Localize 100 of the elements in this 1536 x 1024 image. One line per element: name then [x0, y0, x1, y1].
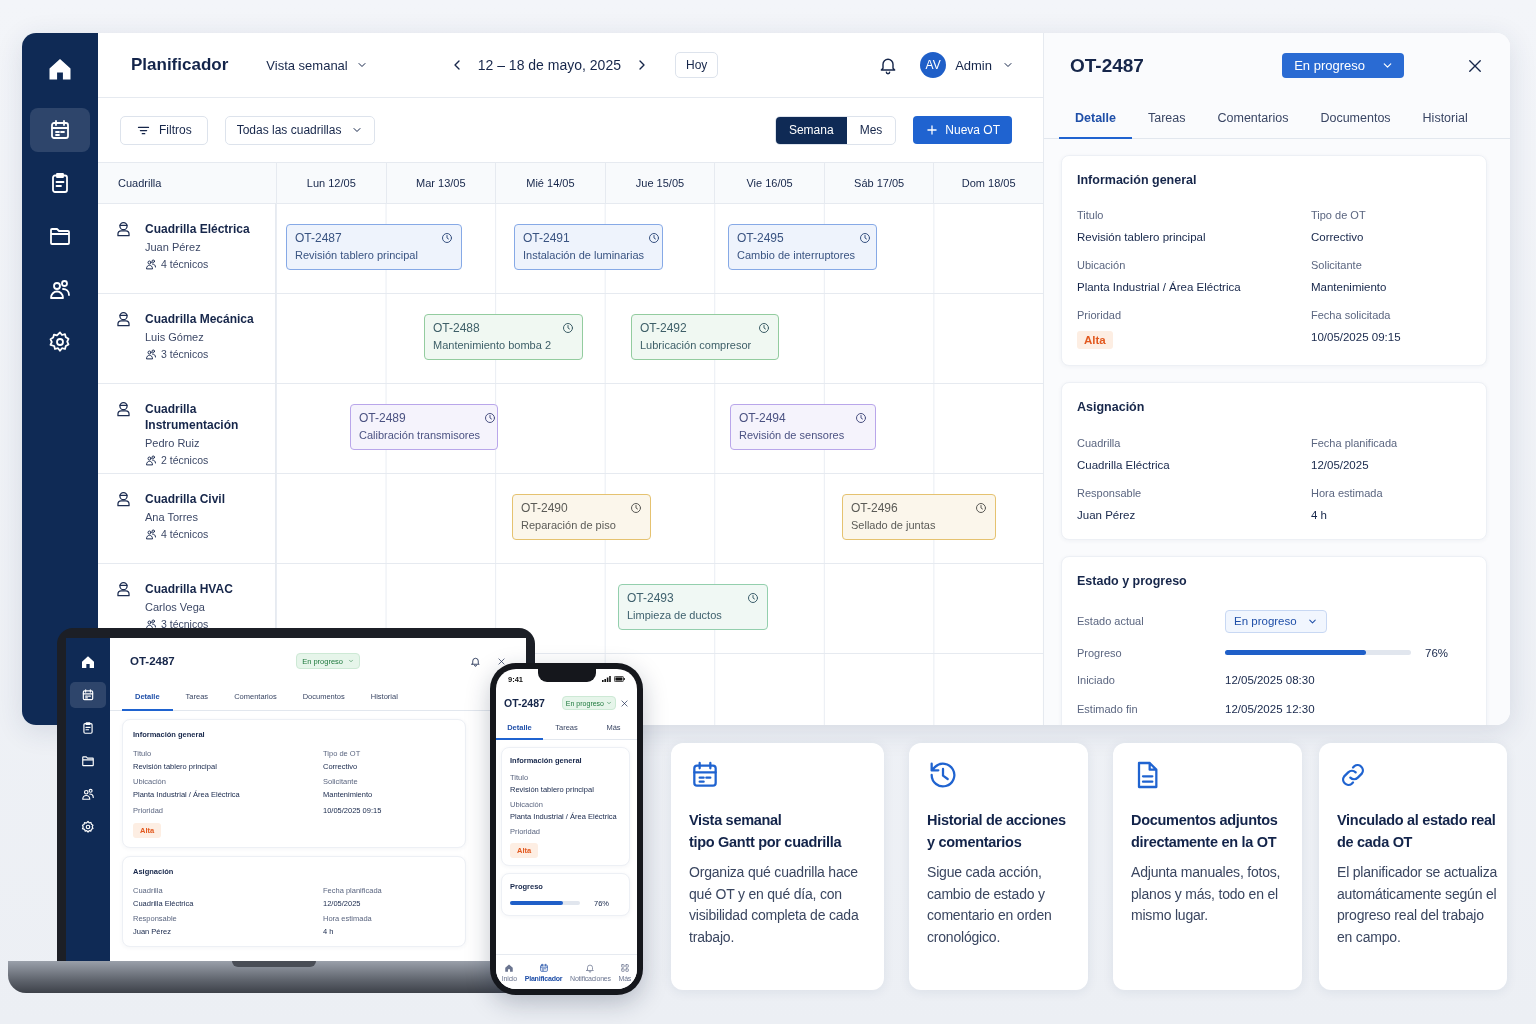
clock-icon	[855, 412, 867, 424]
crew-name: Cuadrilla HVAC	[145, 581, 233, 597]
column-header: Vie 16/05	[714, 163, 824, 203]
view-dropdown[interactable]: Vista semanal	[266, 57, 368, 73]
crew-name: Cuadrilla Civil	[145, 491, 226, 507]
person-icon	[114, 579, 133, 598]
crew-size: 4 técnicos	[161, 528, 209, 541]
people-icon	[145, 453, 157, 466]
crew-size: 3 técnicos	[161, 348, 209, 361]
person-icon	[114, 489, 133, 508]
task-code: OT-2489	[359, 411, 407, 426]
tab[interactable]: Documentos	[1304, 98, 1407, 139]
phone-notch	[537, 669, 596, 682]
crew-filter-dropdown[interactable]: Todas las cuadrillas	[224, 115, 376, 145]
house-icon	[80, 654, 96, 670]
tab[interactable]: Comentarios	[1201, 98, 1305, 139]
field-label: Cuadrilla	[1077, 436, 1122, 449]
close-icon	[620, 698, 629, 708]
crew-name: Cuadrilla Eléctrica	[145, 221, 250, 237]
crew-lead: Juan Pérez	[145, 240, 202, 254]
task-bar[interactable]: OT-2495 Cambio de interruptores	[728, 224, 877, 270]
tab[interactable]: Detalle	[1059, 98, 1132, 139]
feature-description: Sigue cada acción, cambio de estado y comentario en orden cronológico.	[927, 863, 1053, 947]
progress-value: 76%	[1425, 646, 1449, 659]
clock-icon	[484, 412, 497, 424]
column-header: Mié 14/05	[495, 163, 605, 203]
tab[interactable]: Historial	[1406, 98, 1484, 139]
user-menu[interactable]: Admin	[955, 57, 1014, 73]
task-bar[interactable]: OT-2496 Sellado de juntas	[842, 494, 996, 540]
people-icon	[145, 257, 157, 270]
task-title: Lubricación compresor	[640, 338, 752, 353]
crew-size: 4 técnicos	[161, 258, 209, 271]
task-bar[interactable]: OT-2492 Lubricación compresor	[631, 314, 779, 360]
crew-lead: Carlos Vega	[145, 600, 206, 614]
field-label: Tipo de OT	[1311, 209, 1367, 222]
task-title: Mantenimiento bomba 2	[433, 338, 551, 353]
task-bar[interactable]: OT-2493 Limpieza de ductos	[618, 584, 768, 630]
task-code: OT-2492	[640, 321, 688, 336]
clock-icon	[859, 232, 871, 244]
clock-icon	[758, 322, 770, 334]
sidebar-item[interactable]	[30, 108, 90, 152]
task-title: Calibración transmisores	[359, 428, 481, 443]
field-value: Mantenimiento	[1311, 280, 1388, 296]
field-label: Fecha solicitada	[1311, 309, 1392, 322]
task-bar[interactable]: OT-2490 Reparación de piso	[512, 494, 651, 540]
signal-icon	[602, 676, 611, 682]
settings-icon	[81, 820, 95, 834]
field-label: Solicitante	[1311, 259, 1363, 272]
filters-button[interactable]: Filtros	[120, 115, 208, 145]
field-value: 10/05/2025 09:15	[1311, 330, 1402, 346]
new-order-button[interactable]: Nueva OT	[913, 116, 1012, 144]
task-code: OT-2488	[433, 321, 481, 336]
field-label: Hora estimada	[1311, 486, 1384, 499]
field-label: Fecha planificada	[1311, 436, 1399, 449]
sidebar-item[interactable]	[70, 682, 106, 708]
field-value: Correctivo	[1311, 230, 1365, 246]
view-toggle-button[interactable]: Mes	[846, 116, 896, 144]
ot-title: OT-2487	[1070, 54, 1144, 77]
column-header: Jue 15/05	[604, 163, 715, 203]
settings-icon	[48, 330, 72, 354]
crew-size: 3 técnicos	[161, 618, 209, 631]
task-title: Instalación de luminarias	[523, 248, 645, 263]
task-title: Reparación de piso	[521, 518, 616, 533]
task-code: OT-2487	[295, 231, 343, 246]
person-icon	[114, 309, 133, 328]
status-dropdown[interactable]: En progreso	[1225, 609, 1327, 633]
house-icon	[504, 962, 515, 973]
date-range: 12 – 18 de mayo, 2025	[477, 57, 621, 73]
task-bar[interactable]: OT-2488 Mantenimiento bomba 2	[424, 314, 583, 360]
feature-description: Organiza qué cuadrilla hace qué OT y en qué día, con visibilidad completa de cada trabajo.	[689, 863, 860, 947]
task-bar[interactable]: OT-2487 Revisión tablero principal	[286, 224, 462, 270]
field-value: 12/05/2025 12:30	[1225, 701, 1316, 717]
today-button[interactable]: Hoy	[674, 52, 719, 78]
view-toggle-button[interactable]: Semana	[775, 116, 847, 144]
field-label: Estado actual	[1077, 615, 1145, 628]
calendar-icon	[48, 118, 72, 142]
task-bar[interactable]: OT-2491 Instalación de luminarias	[514, 224, 663, 270]
field-label: Prioridad	[1077, 309, 1123, 322]
clock-icon	[562, 322, 574, 334]
field-label: Estimado fin	[1077, 703, 1139, 716]
task-title: Cambio de interruptores	[737, 248, 855, 263]
feature-title: Historial de acciones y comentarios	[927, 811, 1067, 852]
crew-lead: Luis Gómez	[145, 330, 205, 344]
field-value: 12/05/2025 08:30	[1225, 672, 1316, 688]
ot-title: OT-2487	[504, 697, 545, 709]
crew-size: 2 técnicos	[161, 454, 209, 467]
column-header: Cuadrilla	[117, 176, 163, 191]
priority-badge: Alta	[1077, 331, 1113, 350]
crew-lead: Ana Torres	[145, 510, 199, 524]
field-label: Titulo	[1077, 209, 1105, 222]
task-bar[interactable]: OT-2489 Calibración transmisores	[350, 404, 498, 450]
clock-icon	[648, 232, 661, 244]
field-label: Progreso	[1077, 646, 1123, 659]
status-dropdown[interactable]: En progreso	[1282, 53, 1404, 78]
column-header: Sáb 17/05	[823, 163, 934, 203]
ot-title: OT-2487	[130, 655, 175, 667]
task-bar[interactable]: OT-2494 Revisión de sensores	[730, 404, 876, 450]
field-label: Responsable	[1077, 486, 1143, 499]
tab[interactable]: Tareas	[1132, 98, 1202, 139]
feature-title: Vista semanal tipo Gantt por cuadrilla	[689, 811, 843, 852]
